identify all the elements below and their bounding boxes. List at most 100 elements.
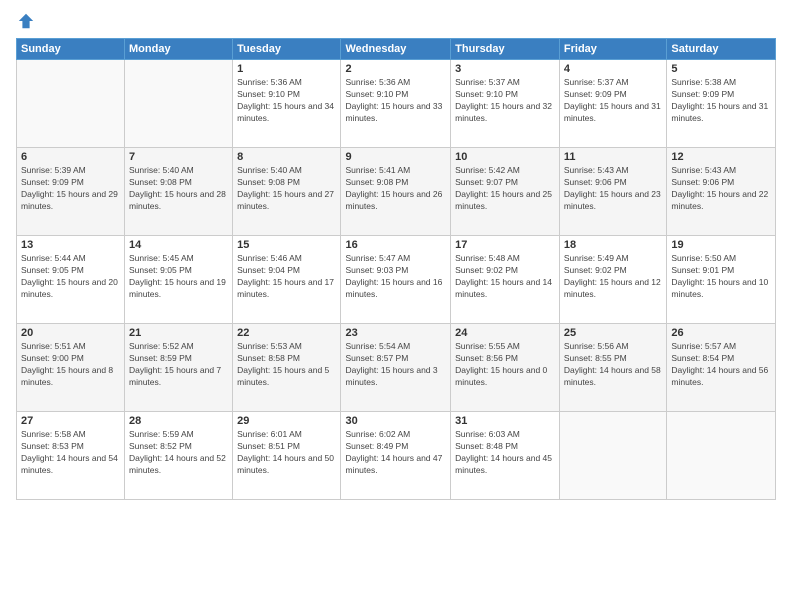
day-number: 1 — [237, 63, 336, 75]
calendar-cell: 24 Sunrise: 5:55 AM Sunset: 8:56 PM Dayli… — [451, 324, 560, 412]
day-number: 2 — [345, 63, 446, 75]
day-number: 22 — [237, 327, 336, 339]
calendar-cell: 31Sunrise: 6:03 AM Sunset: 8:48 PM Dayli… — [451, 412, 560, 500]
day-info: Sunrise: 5:43 AM Sunset: 9:06 PM Dayligh… — [564, 165, 662, 213]
calendar-cell: 28 Sunrise: 5:59 AM Sunset: 8:52 PM Dayli… — [125, 412, 233, 500]
day-info: Sunrise: 5:43 AM Sunset: 9:06 PM Dayligh… — [671, 165, 771, 213]
calendar-cell: 27Sunrise: 5:58 AM Sunset: 8:53 PM Dayli… — [17, 412, 125, 500]
day-number: 28 — [129, 415, 228, 427]
weekday-header-saturday: Saturday — [667, 39, 776, 60]
weekday-header-friday: Friday — [559, 39, 666, 60]
day-info: Sunrise: 5:59 AM Sunset: 8:52 PM Dayligh… — [129, 429, 228, 477]
day-number: 29 — [237, 415, 336, 427]
day-info: Sunrise: 5:56 AM Sunset: 8:55 PM Dayligh… — [564, 341, 662, 389]
day-info: Sunrise: 5:46 AM Sunset: 9:04 PM Dayligh… — [237, 253, 336, 301]
day-number: 6 — [21, 151, 120, 163]
day-info: Sunrise: 5:55 AM Sunset: 8:56 PM Dayligh… — [455, 341, 555, 389]
calendar-cell: 11 Sunrise: 5:43 AM Sunset: 9:06 PM Dayli… — [559, 148, 666, 236]
calendar-cell: 18 Sunrise: 5:49 AM Sunset: 9:02 PM Dayli… — [559, 236, 666, 324]
calendar-cell — [559, 412, 666, 500]
day-info: Sunrise: 5:47 AM Sunset: 9:03 PM Dayligh… — [345, 253, 446, 301]
header — [16, 12, 776, 30]
calendar-cell: 1 Sunrise: 5:36 AM Sunset: 9:10 PM Daylig… — [233, 60, 341, 148]
day-info: Sunrise: 5:51 AM Sunset: 9:00 PM Dayligh… — [21, 341, 120, 389]
day-number: 19 — [671, 239, 771, 251]
calendar-cell: 26Sunrise: 5:57 AM Sunset: 8:54 PM Dayli… — [667, 324, 776, 412]
weekday-header-wednesday: Wednesday — [341, 39, 451, 60]
day-info: Sunrise: 5:42 AM Sunset: 9:07 PM Dayligh… — [455, 165, 555, 213]
day-number: 18 — [564, 239, 662, 251]
day-number: 17 — [455, 239, 555, 251]
day-number: 25 — [564, 327, 662, 339]
day-info: Sunrise: 5:39 AM Sunset: 9:09 PM Dayligh… — [21, 165, 120, 213]
calendar-cell: 15 Sunrise: 5:46 AM Sunset: 9:04 PM Dayli… — [233, 236, 341, 324]
day-info: Sunrise: 5:48 AM Sunset: 9:02 PM Dayligh… — [455, 253, 555, 301]
calendar-cell: 20Sunrise: 5:51 AM Sunset: 9:00 PM Dayli… — [17, 324, 125, 412]
week-row-1: 1 Sunrise: 5:36 AM Sunset: 9:10 PM Daylig… — [17, 60, 776, 148]
day-info: Sunrise: 5:40 AM Sunset: 9:08 PM Dayligh… — [129, 165, 228, 213]
day-info: Sunrise: 5:36 AM Sunset: 9:10 PM Dayligh… — [345, 77, 446, 125]
calendar-cell — [667, 412, 776, 500]
day-info: Sunrise: 5:41 AM Sunset: 9:08 PM Dayligh… — [345, 165, 446, 213]
day-info: Sunrise: 5:40 AM Sunset: 9:08 PM Dayligh… — [237, 165, 336, 213]
day-number: 12 — [671, 151, 771, 163]
day-info: Sunrise: 6:01 AM Sunset: 8:51 PM Dayligh… — [237, 429, 336, 477]
week-row-5: 27Sunrise: 5:58 AM Sunset: 8:53 PM Dayli… — [17, 412, 776, 500]
weekday-header-thursday: Thursday — [451, 39, 560, 60]
day-info: Sunrise: 5:37 AM Sunset: 9:09 PM Dayligh… — [564, 77, 662, 125]
weekday-header-monday: Monday — [125, 39, 233, 60]
day-number: 15 — [237, 239, 336, 251]
calendar-cell: 5 Sunrise: 5:38 AM Sunset: 9:09 PM Daylig… — [667, 60, 776, 148]
logo-icon — [17, 12, 35, 30]
day-number: 4 — [564, 63, 662, 75]
calendar-cell: 23Sunrise: 5:54 AM Sunset: 8:57 PM Dayli… — [341, 324, 451, 412]
day-number: 7 — [129, 151, 228, 163]
day-number: 9 — [345, 151, 446, 163]
day-info: Sunrise: 5:44 AM Sunset: 9:05 PM Dayligh… — [21, 253, 120, 301]
calendar-cell: 7 Sunrise: 5:40 AM Sunset: 9:08 PM Daylig… — [125, 148, 233, 236]
calendar-cell: 10 Sunrise: 5:42 AM Sunset: 9:07 PM Dayli… — [451, 148, 560, 236]
day-number: 10 — [455, 151, 555, 163]
day-info: Sunrise: 6:02 AM Sunset: 8:49 PM Dayligh… — [345, 429, 446, 477]
day-info: Sunrise: 5:38 AM Sunset: 9:09 PM Dayligh… — [671, 77, 771, 125]
week-row-3: 13 Sunrise: 5:44 AM Sunset: 9:05 PM Dayli… — [17, 236, 776, 324]
day-info: Sunrise: 5:45 AM Sunset: 9:05 PM Dayligh… — [129, 253, 228, 301]
day-info: Sunrise: 5:37 AM Sunset: 9:10 PM Dayligh… — [455, 77, 555, 125]
calendar-cell: 2 Sunrise: 5:36 AM Sunset: 9:10 PM Daylig… — [341, 60, 451, 148]
calendar-cell: 21 Sunrise: 5:52 AM Sunset: 8:59 PM Dayli… — [125, 324, 233, 412]
day-number: 11 — [564, 151, 662, 163]
day-info: Sunrise: 5:49 AM Sunset: 9:02 PM Dayligh… — [564, 253, 662, 301]
day-info: Sunrise: 5:58 AM Sunset: 8:53 PM Dayligh… — [21, 429, 120, 477]
calendar-cell: 19 Sunrise: 5:50 AM Sunset: 9:01 PM Dayli… — [667, 236, 776, 324]
weekday-header-row: SundayMondayTuesdayWednesdayThursdayFrid… — [17, 39, 776, 60]
weekday-header-sunday: Sunday — [17, 39, 125, 60]
day-info: Sunrise: 5:50 AM Sunset: 9:01 PM Dayligh… — [671, 253, 771, 301]
logo — [16, 12, 36, 30]
calendar-cell: 13 Sunrise: 5:44 AM Sunset: 9:05 PM Dayli… — [17, 236, 125, 324]
calendar-cell: 3 Sunrise: 5:37 AM Sunset: 9:10 PM Daylig… — [451, 60, 560, 148]
calendar-cell: 4 Sunrise: 5:37 AM Sunset: 9:09 PM Daylig… — [559, 60, 666, 148]
day-number: 5 — [671, 63, 771, 75]
day-info: Sunrise: 5:36 AM Sunset: 9:10 PM Dayligh… — [237, 77, 336, 125]
calendar-cell: 17 Sunrise: 5:48 AM Sunset: 9:02 PM Dayli… — [451, 236, 560, 324]
calendar-cell: 25 Sunrise: 5:56 AM Sunset: 8:55 PM Dayli… — [559, 324, 666, 412]
day-info: Sunrise: 5:52 AM Sunset: 8:59 PM Dayligh… — [129, 341, 228, 389]
day-number: 3 — [455, 63, 555, 75]
day-number: 21 — [129, 327, 228, 339]
calendar-cell: 22 Sunrise: 5:53 AM Sunset: 8:58 PM Dayli… — [233, 324, 341, 412]
calendar-cell — [17, 60, 125, 148]
day-number: 23 — [345, 327, 446, 339]
day-number: 8 — [237, 151, 336, 163]
calendar: SundayMondayTuesdayWednesdayThursdayFrid… — [16, 38, 776, 500]
calendar-cell: 30Sunrise: 6:02 AM Sunset: 8:49 PM Dayli… — [341, 412, 451, 500]
calendar-cell: 6 Sunrise: 5:39 AM Sunset: 9:09 PM Daylig… — [17, 148, 125, 236]
day-number: 31 — [455, 415, 555, 427]
day-number: 13 — [21, 239, 120, 251]
day-number: 14 — [129, 239, 228, 251]
logo-text — [16, 12, 36, 30]
calendar-cell — [125, 60, 233, 148]
calendar-cell: 12 Sunrise: 5:43 AM Sunset: 9:06 PM Dayli… — [667, 148, 776, 236]
calendar-cell: 8 Sunrise: 5:40 AM Sunset: 9:08 PM Daylig… — [233, 148, 341, 236]
day-info: Sunrise: 5:53 AM Sunset: 8:58 PM Dayligh… — [237, 341, 336, 389]
day-number: 24 — [455, 327, 555, 339]
